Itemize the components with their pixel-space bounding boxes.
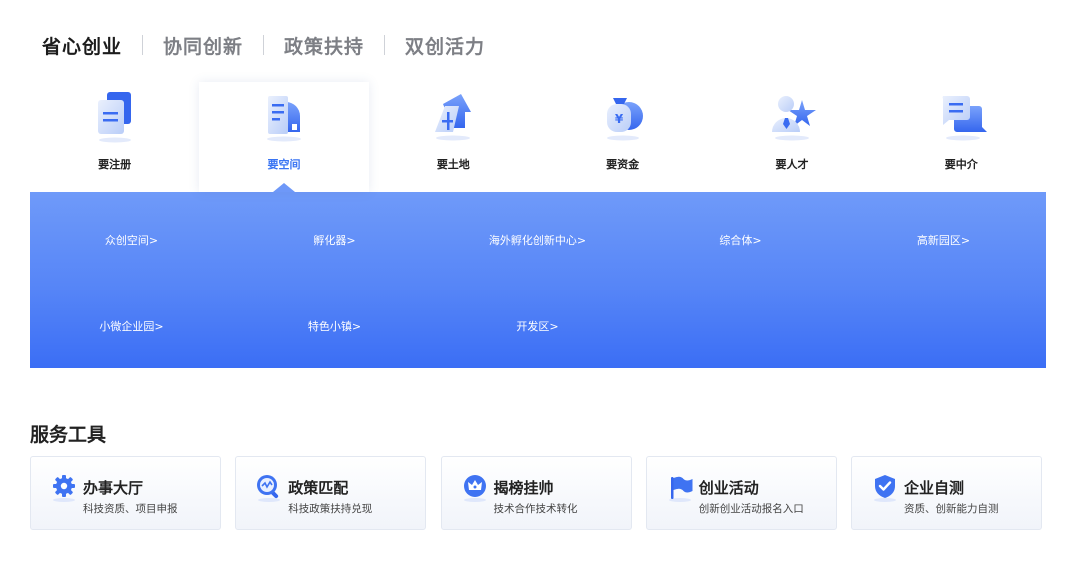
tab-divider [142,35,144,55]
category-bar: 要注册 要空间 要土地 ¥ 要资金 要人才 要中介 [30,82,1046,192]
category-label: 要人才 [775,158,809,171]
tool-enterprise-selftest[interactable]: 企业自测 资质、创新能力自测 [851,456,1042,530]
link-incubator[interactable]: 孵化器> [233,232,436,248]
tool-name: 揭榜挂帅 [493,479,554,497]
link-overseas-incubation-center[interactable]: 海外孵化创新中心> [436,232,639,248]
category-talent[interactable]: 要人才 [707,82,876,192]
tab-divider [384,35,386,55]
tool-name: 政策匹配 [288,479,349,497]
chat-icon [942,96,988,141]
tool-name: 创业活动 [698,479,759,497]
category-label: 要土地 [436,158,470,171]
tool-desc: 资质、创新能力自测 [904,503,999,515]
category-label: 要资金 [606,158,640,171]
gear-icon [53,475,75,502]
link-small-enterprise-park[interactable]: 小微企业园> [30,318,233,334]
shield-check-icon [874,475,896,502]
category-register[interactable]: 要注册 [30,82,199,192]
crown-icon [463,475,486,502]
tool-open-competition[interactable]: 揭榜挂帅 技术合作技术转化 [440,456,632,530]
tab-shuangchuang-huoli[interactable]: 双创活力 [405,32,485,59]
tab-xietong-chuangxin[interactable]: 协同创新 [163,32,243,59]
category-agency[interactable]: 要中介 [877,82,1046,192]
link-development-zone[interactable]: 开发区> [436,318,639,334]
space-links-panel: 众创空间> 孵化器> 海外孵化创新中心> 综合体> 高新园区> 小微企业园> 特… [30,192,1046,368]
category-label: 要注册 [98,158,132,171]
link-hightech-park[interactable]: 高新园区> [842,232,1045,248]
category-label: 要中介 [944,158,978,171]
svg-text:¥: ¥ [614,112,623,126]
tab-shengxin-chuangye[interactable]: 省心创业 [42,32,122,59]
tool-startup-events[interactable]: 创业活动 创新创业活动报名入口 [645,456,837,530]
tool-desc: 科技政策扶持兑现 [288,503,373,515]
service-tools: 办事大厅 科技资质、项目申报 政策匹配 科技政策扶持兑现 揭榜挂帅 技术合作技术… [30,456,1042,530]
flag-icon [668,476,693,502]
tool-desc: 科技资质、项目申报 [83,503,178,515]
link-complex[interactable]: 综合体> [639,232,842,248]
tool-desc: 创新创业活动报名入口 [698,503,804,515]
tab-divider [263,35,265,55]
land-icon [435,94,472,141]
search-icon [257,475,281,502]
active-indicator [272,183,295,192]
tab-zhengce-fuchi[interactable]: 政策扶持 [284,32,364,59]
category-label: 要空间 [267,158,301,171]
building-icon [266,96,301,142]
tool-service-hall[interactable]: 办事大厅 科技资质、项目申报 [30,456,221,530]
category-funding[interactable]: ¥ 要资金 [538,82,707,192]
category-land[interactable]: 要土地 [369,82,538,192]
link-zhongchuang-space[interactable]: 众创空间> [30,232,233,248]
section-title: 服务工具 [30,424,107,446]
money-bag-icon: ¥ [606,98,643,141]
link-featured-town[interactable]: 特色小镇> [233,318,436,334]
tool-desc: 技术合作技术转化 [493,503,578,515]
talent-icon [771,96,816,141]
tool-policy-match[interactable]: 政策匹配 科技政策扶持兑现 [235,456,427,530]
tool-name: 办事大厅 [83,479,144,497]
category-space[interactable]: 要空间 [199,82,369,192]
top-tabs: 省心创业 协同创新 政策扶持 双创活力 [42,30,485,60]
document-icon [97,92,131,143]
tool-name: 企业自测 [904,479,965,497]
